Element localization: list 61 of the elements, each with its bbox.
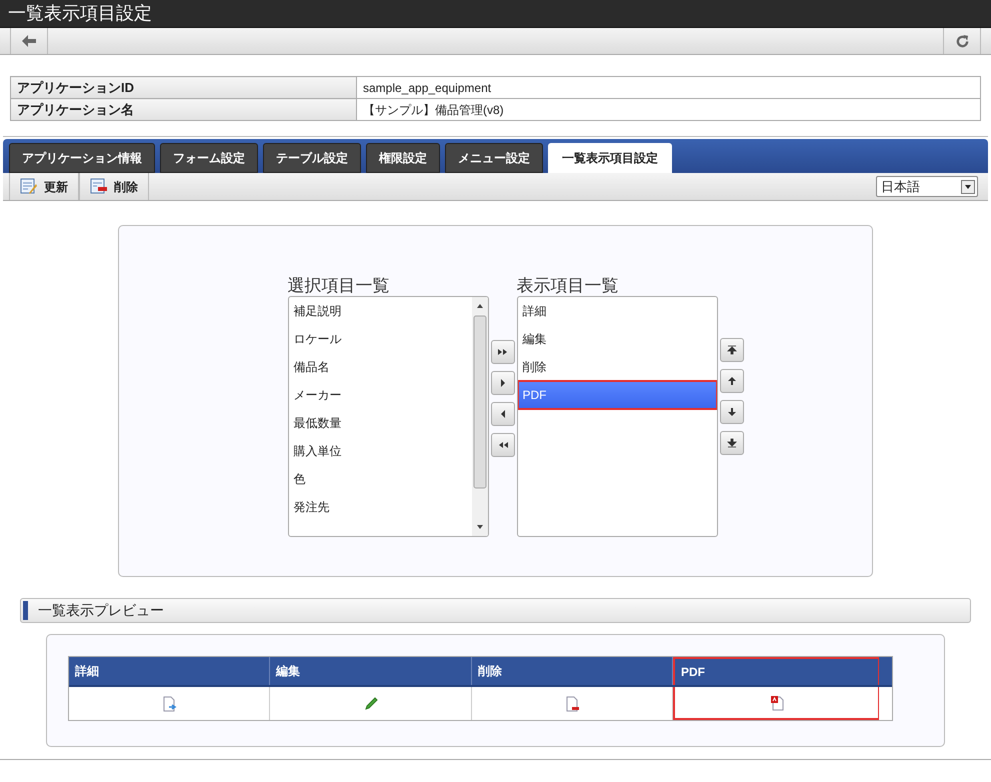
column-header: 編集 [270,657,472,685]
reload-button[interactable] [943,28,981,54]
move-top-button[interactable] [720,338,744,362]
move-right-button[interactable] [490,371,514,395]
column-header: PDF [673,657,879,685]
list-item[interactable]: 購入単位 [294,442,342,460]
remove-document-icon [90,178,108,195]
pdf-document-icon[interactable] [768,694,784,710]
move-down-button[interactable] [720,400,744,424]
pencil-icon[interactable] [362,696,378,712]
document-arrow-icon[interactable] [161,696,177,712]
accent-bar [23,601,28,620]
scrollbar[interactable] [472,297,488,536]
list-item[interactable]: ロケール [294,330,342,348]
list-item[interactable]: 編集 [518,325,716,353]
tab[interactable]: 一覧表示項目設定 [548,143,672,173]
back-button[interactable] [10,28,48,54]
delete-button[interactable]: 削除 [79,173,149,200]
list-title: 表示項目一覧 [516,276,620,296]
displayed-items-list[interactable]: 詳細 編集 削除 PDF [516,296,718,537]
double-arrow-right-icon [498,347,508,357]
available-items-list[interactable]: 補足説明 ロケール 備品名 メーカー 最低数量 購入単位 色 発注先 [288,296,488,537]
section-title: 一覧表示プレビュー [38,601,164,620]
arrow-down-icon [726,407,736,417]
arrow-bottom-icon [726,438,736,448]
update-button[interactable]: 更新 [9,173,79,200]
tab[interactable]: 権限設定 [366,143,440,173]
list-item[interactable]: 備品名 [294,358,330,376]
move-all-right-button[interactable] [490,340,514,364]
column-header: 詳細 [69,657,270,685]
language-select[interactable]: 日本語 [876,176,978,197]
list-item[interactable]: 色 [294,470,306,488]
list-item[interactable]: メーカー [294,386,342,404]
tab[interactable]: アプリケーション情報 [9,143,155,173]
column-header: 削除 [472,657,673,685]
move-up-button[interactable] [720,369,744,393]
list-item[interactable]: 補足説明 [294,302,342,320]
tab[interactable]: フォーム設定 [160,143,258,173]
move-bottom-button[interactable] [720,431,744,455]
list-item[interactable]: PDF [518,381,716,409]
back-arrow-icon [22,35,36,47]
window-title: 一覧表示項目設定 [8,2,152,25]
edit-document-icon [20,178,38,195]
list-item[interactable]: 最低数量 [294,414,342,432]
move-left-button[interactable] [490,402,514,426]
double-arrow-left-icon [498,440,508,450]
reload-icon [956,34,968,48]
list-item[interactable]: 削除 [518,353,716,381]
field-label: アプリケーションID [10,76,356,98]
arrow-top-icon [726,345,736,355]
document-minus-icon[interactable] [564,696,580,712]
tab[interactable]: テーブル設定 [263,143,361,173]
field-value: sample_app_equipment [356,76,980,98]
field-label: アプリケーション名 [10,98,356,120]
tab[interactable]: メニュー設定 [445,143,543,173]
list-title: 選択項目一覧 [288,276,390,296]
move-all-left-button[interactable] [490,433,514,457]
arrow-up-icon [726,376,736,386]
list-item[interactable]: 発注先 [294,498,330,516]
list-item[interactable]: 詳細 [518,297,716,325]
field-value: 【サンプル】備品管理(v8) [356,98,980,120]
